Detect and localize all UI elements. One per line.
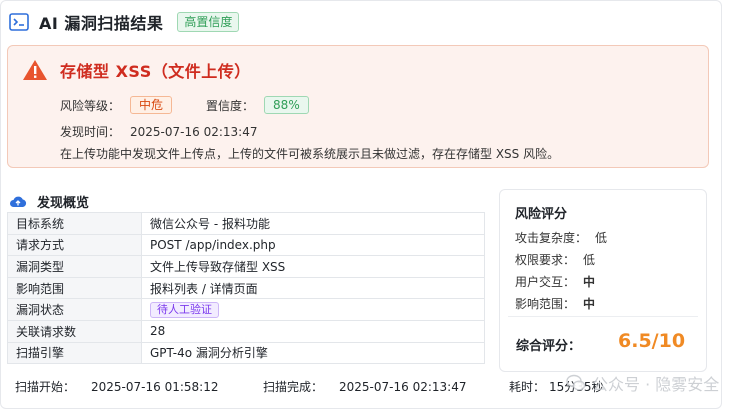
scan-end: 扫描完成： 2025-07-16 02:13:47 (263, 378, 466, 395)
risk-item-label: 权限要求： (515, 253, 576, 267)
vulnerability-title: 存储型 XSS（文件上传） (60, 62, 251, 81)
table-row: 扫描引擎 GPT-4o 漏洞分析引擎 (7, 341, 485, 365)
risk-row: 风险等级： 中危 置信度： 88% (60, 96, 309, 114)
table-row: 目标系统 微信公众号 - 报料功能 (7, 212, 485, 235)
table-row: 请求方式 POST /app/index.php (7, 233, 485, 257)
alert-title-row: 存储型 XSS（文件上传） (22, 58, 251, 82)
cloud-upload-icon (10, 196, 27, 207)
vulnerability-alert: 存储型 XSS（文件上传） 风险等级： 中危 置信度： 88% 发现时间： 20… (7, 45, 709, 168)
risk-item-value: 低 (595, 231, 608, 245)
watermark-text: 公众号 · 隐雾安全 (592, 375, 720, 394)
confidence-label: 置信度： (206, 98, 255, 113)
row-key: 扫描引擎 (7, 341, 142, 365)
scan-start: 扫描开始： 2025-07-16 01:58:12 (15, 378, 218, 395)
scan-icon (9, 13, 29, 31)
risk-item-label: 用户交互： (515, 275, 576, 289)
risk-item-label: 攻击复杂度： (515, 231, 588, 245)
risk-item: 权限要求： 低 (515, 251, 595, 268)
vulnerability-description: 在上传功能中发现文件上传点，上传的文件可被系统展示且未做过滤，存在存储型 XSS… (60, 147, 560, 161)
row-key: 影响范围 (7, 276, 142, 300)
time-row: 发现时间： 2025-07-16 02:13:47 (60, 123, 257, 140)
scan-end-value: 2025-07-16 02:13:47 (339, 380, 467, 394)
risk-item-value: 中 (583, 275, 596, 289)
description-row: 在上传功能中发现文件上传点，上传的文件可被系统展示且未做过滤，存在存储型 XSS… (60, 145, 559, 162)
row-value: POST /app/index.php (141, 233, 485, 257)
row-key: 漏洞状态 (7, 298, 142, 321)
found-time-value: 2025-07-16 02:13:47 (130, 124, 258, 139)
row-value: 报料列表 / 详情页面 (141, 276, 485, 300)
page-title: AI 漏洞扫描结果 (39, 14, 164, 33)
overall-score-label: 综合评分： (516, 339, 582, 354)
row-value: 28 (141, 319, 485, 343)
risk-score-panel: 风险评分 攻击复杂度：低 权限要求：低 用户交互：中 影响范围：中 综合评分： … (499, 189, 707, 372)
warning-icon (23, 60, 47, 80)
wechat-icon (566, 374, 586, 391)
risk-item-value: 低 (583, 253, 596, 267)
risk-item: 影响范围： 中 (515, 295, 595, 312)
row-value-cell: 待人工验证 (141, 298, 485, 321)
row-value: 微信公众号 - 报料功能 (141, 212, 485, 235)
status-badge: 待人工验证 (150, 301, 219, 318)
row-key: 目标系统 (7, 212, 142, 235)
confidence-badge: 88% (264, 96, 309, 114)
scan-result-card: AI 漏洞扫描结果 高置信度 存储型 XSS（文件上传） 风险等级： 中危 置信… (0, 0, 722, 409)
risk-item: 攻击复杂度： 低 (515, 229, 607, 246)
risk-score-title: 风险评分 (515, 207, 568, 222)
row-key: 关联请求数 (7, 319, 142, 343)
risk-item-value: 中 (583, 297, 596, 311)
risk-item: 用户交互： 中 (515, 273, 595, 290)
row-key: 漏洞类型 (7, 255, 142, 278)
risk-item-label: 影响范围： (515, 297, 576, 311)
row-key: 请求方式 (7, 233, 142, 257)
header: AI 漏洞扫描结果 高置信度 (9, 11, 240, 33)
overall-score-value: 6.5/10 (618, 330, 686, 352)
scan-end-label: 扫描完成： (263, 380, 324, 394)
overview-table: 目标系统 微信公众号 - 报料功能 请求方式 POST /app/index.p… (7, 212, 485, 365)
row-value: GPT-4o 漏洞分析引擎 (141, 341, 485, 365)
scan-start-label: 扫描开始： (15, 380, 76, 394)
table-row: 关联请求数 28 (7, 319, 485, 343)
risk-level-badge: 中危 (130, 96, 173, 114)
table-row: 影响范围 报料列表 / 详情页面 (7, 276, 485, 300)
risk-level-label: 风险等级： (60, 98, 121, 113)
overview-heading: 发现概览 (9, 192, 89, 211)
duration-label: 耗时： (509, 380, 546, 394)
found-time-label: 发现时间： (60, 125, 121, 139)
overview-title: 发现概览 (37, 196, 90, 211)
watermark: 公众号 · 隐雾安全 (566, 371, 719, 395)
scan-start-value: 2025-07-16 01:58:12 (91, 380, 219, 394)
divider (508, 316, 698, 317)
table-row: 漏洞状态 待人工验证 (7, 298, 485, 321)
confidence-tag: 高置信度 (177, 12, 240, 32)
table-row: 漏洞类型 文件上传导致存储型 XSS (7, 255, 485, 278)
row-value: 文件上传导致存储型 XSS (141, 255, 485, 278)
